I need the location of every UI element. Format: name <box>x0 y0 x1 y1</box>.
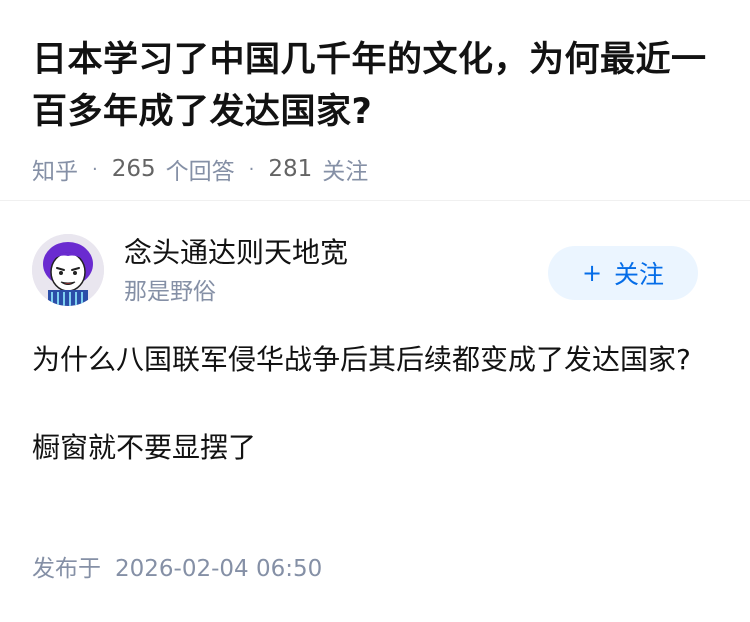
section-divider <box>0 200 750 201</box>
follower-count: 281 <box>268 156 313 182</box>
meta-separator: · <box>248 158 255 180</box>
follow-button-label: 关注 <box>614 260 665 289</box>
publish-time: 2026-02-04 06:50 <box>115 556 323 582</box>
page: 日本学习了中国几千年的文化，为何最近一百多年成了发达国家? 知乎 · 265 个… <box>0 0 750 622</box>
answer-count-label[interactable]: 个回答 <box>166 152 235 186</box>
answer-count: 265 <box>111 156 156 182</box>
source-label[interactable]: 知乎 <box>32 152 78 186</box>
follow-button[interactable]: + 关注 <box>548 246 698 300</box>
publish-label: 发布于 <box>32 556 101 582</box>
author-info: 念头通达则天地宽 那是野俗 + 关注 <box>32 232 718 312</box>
question-meta: 知乎 · 265 个回答 · 281 关注 <box>32 152 722 186</box>
publish-info: 发布于 2026-02-04 06:50 <box>32 552 322 586</box>
plus-icon: + <box>581 259 603 287</box>
meta-separator: · <box>92 158 98 180</box>
answer-content: 为什么八国联军侵华战争后其后续都变成了发达国家? 橱窗就不要显摆了 <box>32 336 712 472</box>
avatar[interactable] <box>32 234 104 306</box>
author-bio: 那是野俗 <box>124 279 216 305</box>
answer-paragraph: 为什么八国联军侵华战争后其后续都变成了发达国家? <box>32 343 691 376</box>
follower-count-label[interactable]: 关注 <box>322 152 368 186</box>
avatar-image <box>32 234 104 306</box>
author-name[interactable]: 念头通达则天地宽 <box>124 234 348 272</box>
question-title[interactable]: 日本学习了中国几千年的文化，为何最近一百多年成了发达国家? <box>32 34 722 138</box>
answer-paragraph: 橱窗就不要显摆了 <box>32 431 257 464</box>
question-header: 日本学习了中国几千年的文化，为何最近一百多年成了发达国家? 知乎 · 265 个… <box>32 34 722 186</box>
